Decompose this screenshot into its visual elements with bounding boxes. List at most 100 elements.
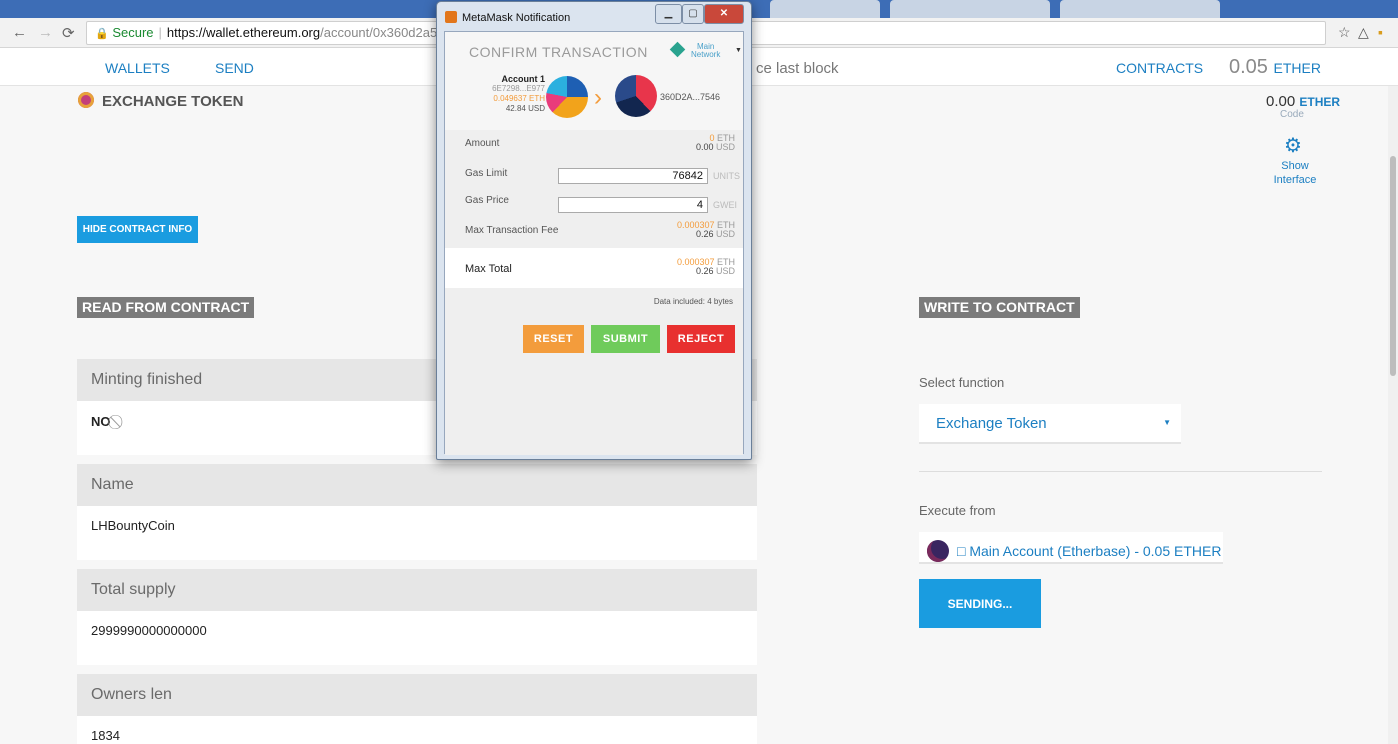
scrollbar-thumb[interactable] [1390,156,1396,376]
gas-limit-unit: UNITS [713,171,740,181]
write-section-title: WRITE TO CONTRACT [919,297,1080,318]
reload-icon[interactable]: ⟳ [62,24,75,42]
execute-from-select[interactable]: □ Main Account (Etherbase) - 0.05 ETHER [919,532,1223,564]
read-item-value: 2999990000000000 [77,611,757,665]
nav-contracts[interactable]: CONTRACTS [1116,60,1203,76]
nav-wallets[interactable]: WALLETS [105,60,170,76]
max-total-label: Max Total [465,263,512,275]
forward-icon[interactable]: → [38,24,53,41]
submit-button[interactable]: SUBMIT [591,325,660,353]
block-status-text: ce last block [756,60,839,77]
network-selector[interactable]: Main Network [691,43,720,59]
amount-row: Amount 0 ETH 0.00 USD [445,130,743,160]
gas-limit-label: Gas Limit [465,168,508,179]
secure-label: Secure [112,25,154,40]
contract-balance-amount: 0.00 [1266,93,1296,110]
max-total-value: 0.000307 ETH 0.26 USD [677,258,735,276]
confirm-transaction-title: CONFIRM TRANSACTION [469,44,648,60]
total-balance-amount: 0.05 [1229,56,1268,78]
gas-limit-input[interactable]: 76842 [558,168,708,184]
token-identicon-icon [78,92,94,108]
usd-unit: USD [715,266,735,276]
nav-send[interactable]: SEND [215,60,254,76]
close-icon[interactable]: ✕ [704,4,744,24]
from-account-name: Account 1 [501,74,545,84]
metamask-titlebar[interactable]: MetaMask Notification ▁ ▢ ✕ [437,2,751,32]
metamask-fox-icon [445,11,457,23]
to-address: 360D2A...7546 [660,92,721,102]
chevron-right-icon: › [594,84,602,111]
from-usd-balance: 42.84 USD [505,104,545,113]
metamask-footer [445,288,743,455]
metamask-content: CONFIRM TRANSACTION Main Network ▼ Accoun… [444,31,744,455]
browser-tab[interactable] [890,0,1050,18]
lock-icon: 🔒 [95,28,109,40]
browser-tab[interactable] [1060,0,1220,18]
metamask-window: MetaMask Notification ▁ ▢ ✕ CONFIRM TRAN… [436,1,752,460]
maximize-icon[interactable]: ▢ [682,4,704,24]
url-host: https://wallet.ethereum.org [166,25,321,40]
network-diamond-icon [669,41,686,58]
from-identicon-icon [546,76,588,118]
minting-finished-value: NO [91,414,111,429]
gas-price-label: Gas Price [465,195,509,206]
reset-button[interactable]: RESET [523,325,584,353]
network-line2: Network [691,50,721,59]
show-interface-link[interactable]: Show Interface [1270,159,1320,187]
back-icon[interactable]: ← [12,24,27,41]
gear-icon[interactable]: ⚙ [1284,133,1302,158]
contract-title: EXCHANGE TOKEN [78,92,243,110]
hide-contract-info-button[interactable]: HIDE CONTRACT INFO [77,216,198,243]
read-item-value: LHBountyCoin [77,506,757,560]
contract-balance-unit: ETHER [1299,95,1341,109]
read-item-label: Name [77,464,757,506]
function-select[interactable]: Exchange Token ▼ [919,404,1181,444]
page-scrollbar[interactable] [1388,86,1398,744]
transaction-header: CONFIRM TRANSACTION Main Network ▼ Accoun… [445,32,743,130]
contract-balance: 0.00 ETHER [1266,93,1340,110]
account-identicon-icon [927,540,949,562]
reject-button[interactable]: REJECT [667,325,735,353]
total-balance-unit: ETHER [1273,60,1321,76]
usd-unit: USD [715,229,735,239]
select-function-label: Select function [919,375,1005,390]
read-section-title: READ FROM CONTRACT [77,297,255,318]
total-balance: 0.05 ETHER [1229,56,1321,79]
amount-value: 0 ETH 0.00 USD [696,134,735,152]
chevron-down-icon[interactable]: ▼ [735,47,742,54]
drive-icon[interactable]: △ [1358,24,1369,41]
code-link[interactable]: Code [1280,109,1304,120]
sending-button[interactable]: SENDING... [919,579,1041,628]
max-total-usd: 0.26 [695,266,714,276]
data-included-text: Data included: 4 bytes [653,297,733,306]
gas-price-input[interactable]: 4 [558,197,708,213]
usd-unit: USD [715,142,735,152]
read-item-value: 1834 [77,716,757,744]
bookmark-star-icon[interactable]: ☆ [1338,24,1351,41]
chevron-down-icon: ▼ [1163,418,1171,427]
browser-tab[interactable] [770,0,880,18]
amount-usd: 0.00 [695,142,714,152]
gas-price-unit: GWEI [713,200,737,210]
max-fee-label: Max Transaction Fee [465,225,559,236]
execute-from-label: Execute from [919,503,996,518]
read-item-label: Total supply [77,569,757,611]
gas-limit-row: Gas Limit 76842 UNITS [445,160,743,188]
extension-icon[interactable]: ▪ [1378,24,1383,40]
gas-price-row: Gas Price 4 GWEI [445,188,743,215]
max-fee-usd: 0.26 [695,229,714,239]
max-fee-row: Max Transaction Fee 0.000307 ETH 0.26 US… [445,215,743,248]
read-item-label: Owners len [77,674,757,716]
to-identicon-icon [615,75,657,117]
max-total-row: Max Total 0.000307 ETH 0.26 USD [445,248,743,288]
window-title: MetaMask Notification [462,12,571,24]
max-fee-value: 0.000307 ETH 0.26 USD [677,221,735,239]
contract-name: EXCHANGE TOKEN [102,93,244,110]
function-select-value: Exchange Token [936,415,1047,432]
execute-account-value: □ Main Account (Etherbase) - 0.05 ETHER [957,543,1222,559]
divider [919,471,1322,472]
from-account: Account 1 6E7298...E977 0.049637 ETH 42.… [469,74,545,114]
amount-label: Amount [465,138,500,149]
from-address: 6E7298...E977 [492,84,545,93]
minimize-icon[interactable]: ▁ [655,4,682,24]
